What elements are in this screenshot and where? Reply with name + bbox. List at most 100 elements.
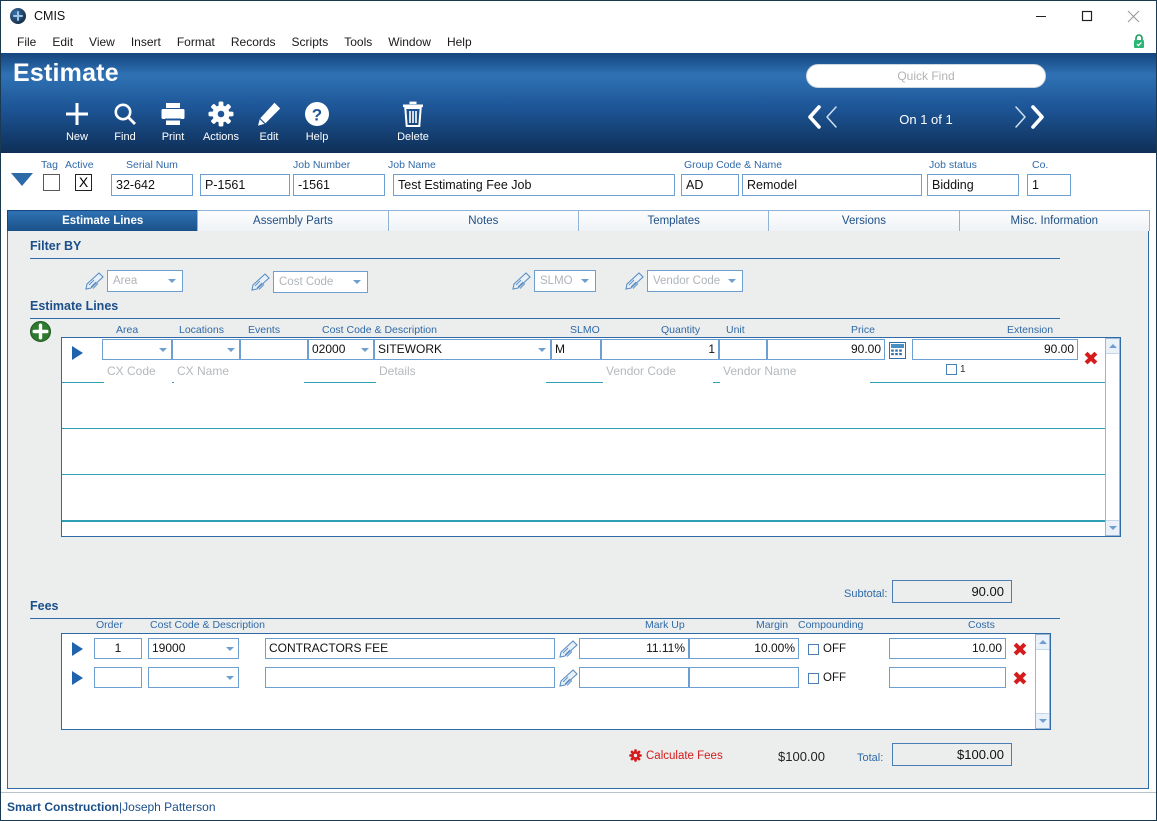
close-button[interactable]: [1110, 1, 1156, 31]
filter-cost-code-select[interactable]: Cost Code: [273, 271, 368, 293]
cell-price[interactable]: 90.00: [767, 339, 885, 360]
next-record-icon[interactable]: [1012, 105, 1029, 134]
cell-vendor-name[interactable]: Vendor Name: [720, 362, 870, 383]
filter-area-select[interactable]: Area: [107, 270, 183, 292]
delete-row-icon[interactable]: ✖: [1012, 641, 1028, 660]
tab-misc-information[interactable]: Misc. Information: [958, 210, 1150, 231]
group-name-input[interactable]: Remodel: [742, 174, 922, 196]
menu-records[interactable]: Records: [223, 33, 284, 51]
cell-vendor-code[interactable]: Vendor Code: [603, 362, 713, 383]
cell-costs[interactable]: 10.00: [889, 638, 1006, 659]
new-button[interactable]: New: [53, 99, 101, 143]
table-row[interactable]: 1 19000 CONTRACTORS FEE 11.11% 10.00% OF…: [62, 634, 1050, 664]
serial-num-input[interactable]: 32-642: [111, 174, 193, 196]
lock-icon[interactable]: [1132, 33, 1146, 49]
tab-assembly-parts[interactable]: Assembly Parts: [197, 210, 389, 231]
cell-locations[interactable]: [172, 339, 240, 360]
pen-icon[interactable]: [624, 272, 644, 290]
tab-estimate-lines[interactable]: Estimate Lines: [7, 210, 199, 231]
cell-order[interactable]: 1: [94, 638, 142, 659]
cell-cost-code[interactable]: 02000: [308, 339, 374, 360]
previous-record-icon[interactable]: [823, 105, 840, 134]
cell-fee-cost-code[interactable]: 19000: [148, 638, 239, 659]
pen-icon[interactable]: [511, 272, 531, 290]
cell-cx-name[interactable]: CX Name: [174, 362, 304, 383]
cell-quantity[interactable]: 1: [601, 339, 719, 360]
row-selector-icon[interactable]: [72, 346, 83, 360]
pen-icon[interactable]: [558, 669, 578, 687]
co-input[interactable]: 1: [1027, 174, 1071, 196]
menu-view[interactable]: View: [81, 33, 123, 51]
help-button[interactable]: ? Help: [293, 99, 341, 143]
cell-area[interactable]: [102, 339, 172, 360]
menu-help[interactable]: Help: [439, 33, 480, 51]
tab-notes[interactable]: Notes: [387, 210, 579, 231]
menu-file[interactable]: File: [9, 33, 44, 51]
job-status-input[interactable]: Bidding: [927, 174, 1019, 196]
row-selector-icon[interactable]: [72, 642, 83, 656]
cell-mark-up[interactable]: [579, 667, 689, 688]
compounding-checkbox[interactable]: [808, 672, 819, 684]
edit-button[interactable]: Edit: [245, 99, 293, 143]
compounding-toggle[interactable]: OFF: [808, 672, 846, 684]
grid-horizontal-scrollbar[interactable]: [62, 521, 1105, 536]
filter-vendor-code-select[interactable]: Vendor Code: [647, 270, 743, 292]
cell-details[interactable]: Details: [376, 362, 546, 383]
print-button[interactable]: Print: [149, 99, 197, 143]
menu-window[interactable]: Window: [380, 33, 439, 51]
tab-versions[interactable]: Versions: [768, 210, 960, 231]
cell-description[interactable]: SITEWORK: [374, 339, 551, 360]
menu-edit[interactable]: Edit: [44, 33, 81, 51]
menu-scripts[interactable]: Scripts: [284, 33, 337, 51]
cell-order[interactable]: [94, 667, 142, 688]
delete-row-icon[interactable]: ✖: [1012, 670, 1028, 689]
job-name-input[interactable]: Test Estimating Fee Job: [393, 174, 675, 196]
compounding-toggle[interactable]: OFF: [808, 643, 846, 655]
calculate-fees-button[interactable]: Calculate Fees: [629, 749, 723, 762]
menu-insert[interactable]: Insert: [123, 33, 169, 51]
cell-extension[interactable]: 90.00: [912, 339, 1078, 360]
active-checkbox[interactable]: X: [75, 174, 92, 191]
add-line-icon[interactable]: [30, 321, 51, 342]
cell-unit[interactable]: [719, 339, 767, 360]
cell-fee-description[interactable]: CONTRACTORS FEE: [265, 638, 555, 659]
menu-format[interactable]: Format: [169, 33, 223, 51]
quick-find-input[interactable]: Quick Find: [806, 64, 1046, 88]
scroll-down-button[interactable]: [1036, 713, 1049, 728]
table-row-empty[interactable]: [62, 429, 1120, 475]
serial-num-alt-input[interactable]: P-1561: [200, 174, 290, 196]
cell-costs[interactable]: [889, 667, 1006, 688]
scroll-up-button[interactable]: [1106, 339, 1119, 354]
table-row[interactable]: OFF ✖: [62, 663, 1050, 693]
row-selector-icon[interactable]: [72, 671, 83, 685]
fees-vertical-scrollbar[interactable]: [1035, 634, 1050, 729]
pen-icon[interactable]: [250, 273, 270, 291]
collapse-triangle-icon[interactable]: [11, 173, 33, 186]
calculator-icon[interactable]: [889, 342, 906, 359]
group-code-input[interactable]: AD: [681, 174, 739, 196]
cell-slmo[interactable]: M: [551, 339, 601, 360]
menu-tools[interactable]: Tools: [336, 33, 380, 51]
table-row-empty[interactable]: [62, 475, 1120, 521]
tab-templates[interactable]: Templates: [577, 210, 770, 231]
pen-icon[interactable]: [84, 272, 104, 290]
maximize-button[interactable]: [1064, 1, 1110, 31]
actions-button[interactable]: Actions: [197, 99, 245, 143]
pen-icon[interactable]: [558, 640, 578, 658]
find-button[interactable]: Find: [101, 99, 149, 143]
grid-vertical-scrollbar[interactable]: [1105, 338, 1120, 536]
filter-slmo-select[interactable]: SLMO: [534, 270, 596, 292]
cell-fee-cost-code[interactable]: [148, 667, 239, 688]
table-row[interactable]: 02000 SITEWORK M 1 90.00 90.00 1 ✖ CX Co…: [62, 338, 1120, 383]
first-record-icon[interactable]: [806, 104, 823, 134]
scroll-up-button[interactable]: [1036, 635, 1049, 650]
last-record-icon[interactable]: [1029, 104, 1046, 134]
cell-margin[interactable]: 10.00%: [689, 638, 799, 659]
cell-mark-up[interactable]: 11.11%: [579, 638, 689, 659]
compounding-checkbox[interactable]: [808, 643, 819, 655]
line-option-checkbox[interactable]: [946, 364, 957, 375]
delete-button[interactable]: Delete: [389, 99, 437, 143]
cell-cx-code[interactable]: CX Code: [104, 362, 172, 383]
scroll-down-button[interactable]: [1106, 520, 1119, 535]
cell-fee-description[interactable]: [265, 667, 555, 688]
